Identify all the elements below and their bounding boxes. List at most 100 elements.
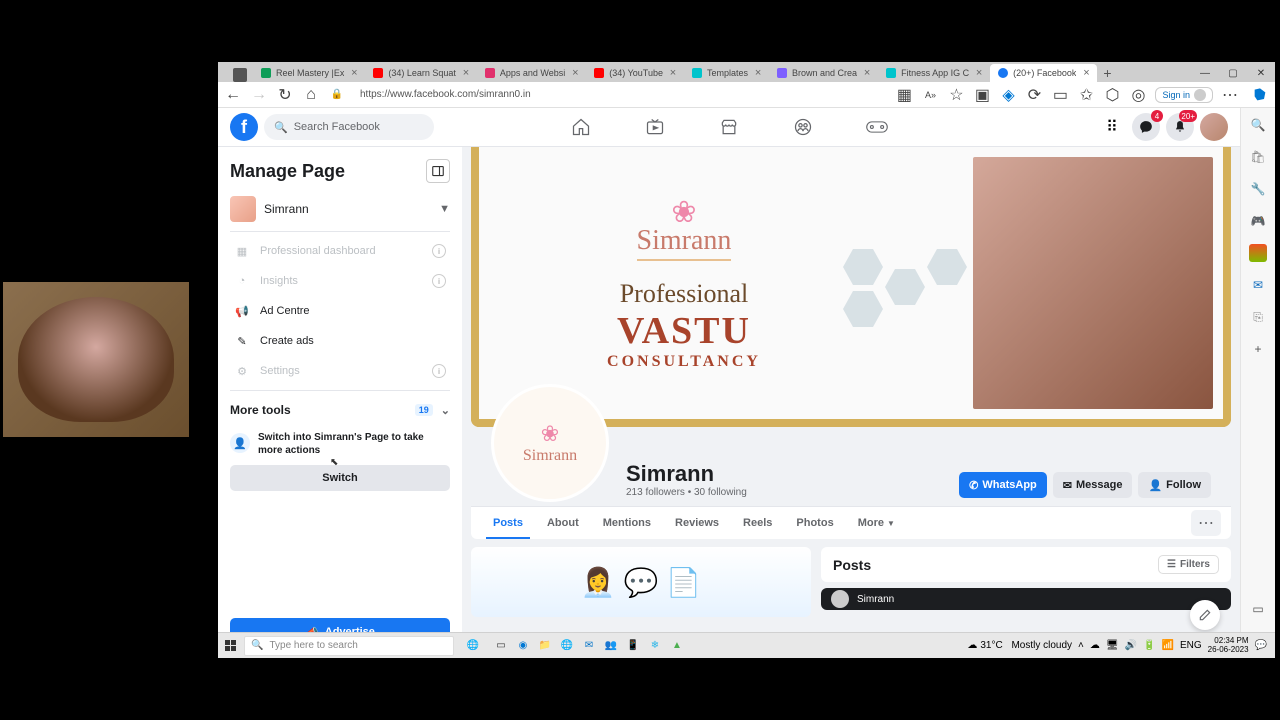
app-icon[interactable]: ▦: [895, 86, 913, 104]
tab-manager-icon[interactable]: [233, 68, 247, 82]
lock-icon[interactable]: 🔒: [328, 86, 346, 104]
maximize-button[interactable]: ▢: [1219, 64, 1247, 82]
tab-about[interactable]: About: [535, 507, 591, 539]
read-aloud-icon[interactable]: A»: [921, 86, 939, 104]
notification-center-icon[interactable]: 💬: [1255, 640, 1267, 651]
chrome-icon[interactable]: 🌐: [558, 637, 576, 655]
weather-widget[interactable]: ☁ 31°C Mostly cloudy: [967, 640, 1072, 651]
filters-button[interactable]: ☰Filters: [1158, 555, 1219, 574]
search-sidebar-icon[interactable]: 🔍: [1249, 116, 1267, 134]
tab-mentions[interactable]: Mentions: [591, 507, 663, 539]
message-button[interactable]: ✉Message: [1053, 472, 1133, 498]
plus-sidebar-icon[interactable]: +: [1249, 340, 1267, 358]
tab-fitness-ig[interactable]: Fitness App IG C×: [878, 64, 990, 82]
notifications-icon[interactable]: 20+: [1166, 113, 1194, 141]
drop-icon[interactable]: ⎘: [1249, 308, 1267, 326]
profile-avatar[interactable]: [1200, 113, 1228, 141]
minimize-button[interactable]: —: [1191, 64, 1219, 82]
tab-brown-crea[interactable]: Brown and Crea×: [769, 64, 878, 82]
performance-icon[interactable]: ◎: [1129, 86, 1147, 104]
compose-button[interactable]: [1190, 600, 1220, 630]
snowflake-icon[interactable]: ❄: [646, 637, 664, 655]
tab-learn-squat[interactable]: (34) Learn Squat×: [365, 64, 477, 82]
tab-youtube[interactable]: (34) YouTube×: [586, 64, 684, 82]
taskbar-search[interactable]: 🔍Type here to search: [244, 636, 454, 656]
close-icon[interactable]: ×: [753, 68, 763, 78]
menu-grid-icon[interactable]: ⠿: [1098, 113, 1126, 141]
outlook-icon[interactable]: ✉: [1249, 276, 1267, 294]
forward-button[interactable]: →: [250, 86, 268, 104]
explorer-icon[interactable]: 📁: [536, 637, 554, 655]
close-icon[interactable]: ×: [349, 68, 359, 78]
tab-photos[interactable]: Photos: [784, 507, 845, 539]
more-options-button[interactable]: ⋯: [1191, 510, 1221, 536]
favorites-bar-icon[interactable]: ✩: [1077, 86, 1095, 104]
cover-photo[interactable]: ❀ Simrann Professional VASTU CONSULTANCY: [471, 147, 1231, 427]
close-icon[interactable]: ×: [1081, 68, 1091, 78]
extension-icon[interactable]: ▣: [973, 86, 991, 104]
games-icon[interactable]: 🎮: [1249, 212, 1267, 230]
tab-facebook[interactable]: (20+) Facebook×: [990, 64, 1097, 82]
start-button[interactable]: [222, 637, 240, 655]
language-indicator[interactable]: ENG: [1180, 640, 1202, 651]
volume-icon[interactable]: 🔊: [1125, 640, 1137, 651]
groups-tab[interactable]: [791, 115, 815, 139]
home-button[interactable]: ⌂: [302, 86, 320, 104]
close-window-button[interactable]: ✕: [1247, 64, 1275, 82]
tab-templates[interactable]: Templates×: [684, 64, 769, 82]
close-icon[interactable]: ×: [461, 68, 471, 78]
sidebar-item-ad-centre[interactable]: 📢Ad Centre: [230, 296, 450, 326]
extensions-icon[interactable]: ⬡: [1103, 86, 1121, 104]
facebook-logo[interactable]: f: [230, 113, 258, 141]
wifi-icon[interactable]: 📶: [1162, 640, 1174, 651]
tray-expand-icon[interactable]: ˄: [1078, 640, 1084, 651]
close-icon[interactable]: ×: [974, 68, 984, 78]
post-item[interactable]: Simrann: [821, 588, 1231, 610]
tools-icon[interactable]: 🔧: [1249, 180, 1267, 198]
tab-reel-mastery[interactable]: Reel Mastery |Ex×: [253, 64, 365, 82]
sidebar-item-create-ads[interactable]: ✎Create ads: [230, 326, 450, 356]
clock[interactable]: 02:34 PM26-06-2023: [1208, 637, 1249, 655]
collections-icon[interactable]: ▭: [1051, 86, 1069, 104]
taskbar-news-icon[interactable]: 🌐: [458, 640, 488, 651]
home-tab[interactable]: [569, 115, 593, 139]
office-icon[interactable]: [1249, 244, 1267, 262]
follow-button[interactable]: 👤Follow: [1138, 472, 1211, 498]
teams-icon[interactable]: 👥: [602, 637, 620, 655]
page-selector[interactable]: Simrann ▼: [230, 191, 450, 227]
shopping-icon[interactable]: 🛍: [1249, 148, 1267, 166]
app-icon[interactable]: 📱: [624, 637, 642, 655]
refresh-button[interactable]: ↻: [276, 86, 294, 104]
network-icon[interactable]: 🖥: [1106, 640, 1119, 651]
app2-icon[interactable]: ▲: [668, 637, 686, 655]
tab-reviews[interactable]: Reviews: [663, 507, 731, 539]
more-tools-toggle[interactable]: More tools 19⌄: [230, 395, 450, 425]
mail-icon[interactable]: ✉: [580, 637, 598, 655]
tab-more[interactable]: More ▼: [846, 507, 907, 539]
gaming-tab[interactable]: [865, 115, 889, 139]
refresh-ext-icon[interactable]: ⟳: [1025, 86, 1043, 104]
marketplace-tab[interactable]: [717, 115, 741, 139]
profile-stats[interactable]: 213 followers • 30 following: [626, 487, 747, 498]
onedrive-icon[interactable]: ☁: [1090, 640, 1100, 651]
tab-posts[interactable]: Posts: [481, 507, 535, 539]
switch-button[interactable]: Switch: [230, 465, 450, 491]
tab-reels[interactable]: Reels: [731, 507, 784, 539]
task-view-icon[interactable]: ▭: [492, 637, 510, 655]
search-input[interactable]: 🔍 Search Facebook: [264, 114, 434, 140]
signin-button[interactable]: Sign in: [1155, 87, 1213, 103]
collapse-sidebar-button[interactable]: [426, 159, 450, 183]
watch-tab[interactable]: [643, 115, 667, 139]
messenger-icon[interactable]: 4: [1132, 113, 1160, 141]
new-tab-button[interactable]: +: [1097, 64, 1117, 82]
copilot-icon[interactable]: [1251, 86, 1269, 104]
profile-picture[interactable]: ❀ Simrann: [491, 384, 609, 502]
menu-button[interactable]: ⋯: [1221, 86, 1239, 104]
bing-icon[interactable]: ◈: [999, 86, 1017, 104]
close-icon[interactable]: ×: [668, 68, 678, 78]
battery-icon[interactable]: 🔋: [1143, 640, 1155, 651]
close-icon[interactable]: ×: [570, 68, 580, 78]
edge-icon[interactable]: ◉: [514, 637, 532, 655]
whatsapp-button[interactable]: ✆WhatsApp: [959, 472, 1047, 498]
tab-instagram[interactable]: Apps and Websi×: [477, 64, 586, 82]
